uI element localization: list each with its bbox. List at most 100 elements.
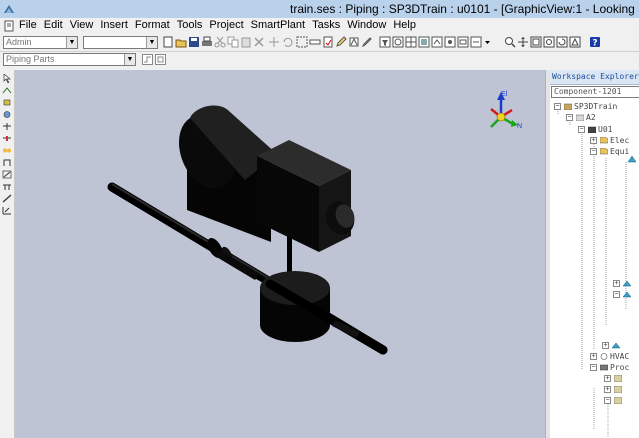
gearbox-block[interactable] bbox=[257, 140, 351, 252]
undo-icon[interactable] bbox=[281, 36, 293, 48]
menu-edit[interactable]: Edit bbox=[44, 19, 63, 31]
paste-icon[interactable] bbox=[240, 36, 252, 48]
insert-component-icon[interactable] bbox=[155, 54, 166, 65]
cut-icon[interactable] bbox=[214, 36, 226, 48]
copy-icon[interactable] bbox=[227, 36, 239, 48]
menu-tools[interactable]: Tools bbox=[177, 19, 203, 31]
insert-tap-icon[interactable] bbox=[2, 122, 12, 131]
menu-window[interactable]: Window bbox=[347, 19, 386, 31]
pipeline-icon bbox=[614, 386, 622, 393]
tree-item-area[interactable]: A2 bbox=[586, 113, 596, 122]
tree-item-electrical[interactable]: Elec bbox=[610, 136, 629, 145]
area-icon bbox=[576, 114, 584, 121]
refresh-icon[interactable] bbox=[392, 36, 404, 48]
model-scene[interactable]: El N bbox=[15, 70, 545, 438]
insert-feature-icon[interactable] bbox=[2, 194, 12, 203]
tree-item-equipment[interactable]: Equi bbox=[610, 147, 629, 156]
tree-item-hvac[interactable]: HVAC bbox=[610, 352, 629, 361]
move-icon[interactable] bbox=[268, 36, 280, 48]
menu-insert[interactable]: Insert bbox=[100, 19, 128, 31]
tree-item-process[interactable]: Proc bbox=[610, 363, 629, 372]
menu-file[interactable]: File bbox=[19, 19, 37, 31]
pipeline-icon bbox=[614, 375, 622, 382]
tree-expander[interactable]: + bbox=[590, 137, 597, 144]
tree-expander[interactable]: − bbox=[604, 397, 611, 404]
tag-icon[interactable] bbox=[348, 36, 360, 48]
connect-icon[interactable] bbox=[2, 146, 12, 155]
select-icon[interactable] bbox=[296, 36, 308, 48]
chevron-down-icon: ▼ bbox=[124, 54, 135, 65]
delete-icon[interactable] bbox=[253, 36, 265, 48]
flange-fitting[interactable] bbox=[204, 235, 260, 280]
menu-project[interactable]: Project bbox=[209, 19, 243, 31]
tree-expander[interactable]: − bbox=[590, 364, 597, 371]
rotate-view-icon[interactable] bbox=[556, 36, 568, 48]
tree-expander[interactable]: − bbox=[578, 126, 585, 133]
insert-component-icon[interactable] bbox=[2, 98, 12, 107]
menu-format[interactable]: Format bbox=[135, 19, 170, 31]
zoom-area-icon[interactable] bbox=[543, 36, 555, 48]
open-folder-icon[interactable] bbox=[175, 36, 187, 48]
select-arrow-icon[interactable] bbox=[2, 74, 12, 83]
permission-group-select[interactable]: Admin ▼ bbox=[3, 36, 78, 49]
component-icon bbox=[623, 291, 631, 298]
tree-expander[interactable]: − bbox=[566, 114, 573, 121]
menu-tasks[interactable]: Tasks bbox=[312, 19, 340, 31]
tree-expander[interactable]: − bbox=[613, 291, 620, 298]
pencil-icon[interactable] bbox=[361, 36, 373, 48]
define-workspace-icon[interactable] bbox=[444, 36, 456, 48]
equipment-item-icon bbox=[628, 156, 636, 163]
explorer-filter-field[interactable]: Component-1201 bbox=[551, 86, 639, 98]
insert-specialty-icon[interactable] bbox=[2, 110, 12, 119]
tree-item-unit[interactable]: U01 bbox=[598, 125, 612, 134]
menu-smartplant[interactable]: SmartPlant bbox=[251, 19, 305, 31]
edit-icon[interactable] bbox=[335, 36, 347, 48]
tree-expander[interactable]: + bbox=[604, 386, 611, 393]
tree-expander[interactable]: − bbox=[554, 103, 561, 110]
component-icon bbox=[612, 342, 620, 349]
weld-icon[interactable] bbox=[2, 158, 12, 167]
help-icon[interactable]: ? bbox=[589, 36, 601, 48]
view-style-icon[interactable] bbox=[470, 36, 482, 48]
tree-expander[interactable]: + bbox=[590, 353, 597, 360]
layer-icon[interactable] bbox=[418, 36, 430, 48]
style-select[interactable]: ▼ bbox=[83, 36, 158, 49]
menu-view[interactable]: View bbox=[70, 19, 94, 31]
clip-icon[interactable] bbox=[457, 36, 469, 48]
plant-icon bbox=[564, 103, 572, 110]
menu-bar: File Edit View Insert Format Tools Proje… bbox=[0, 18, 639, 34]
tree-expander[interactable]: + bbox=[604, 375, 611, 382]
print-icon[interactable] bbox=[201, 36, 213, 48]
compass-triad[interactable]: El N bbox=[490, 91, 522, 130]
svg-text:?: ? bbox=[592, 39, 597, 49]
common-views-icon[interactable] bbox=[569, 36, 581, 48]
graphic-view[interactable]: El N bbox=[15, 70, 545, 438]
workspace-icon[interactable] bbox=[431, 36, 443, 48]
document-icon[interactable] bbox=[3, 20, 15, 32]
save-icon[interactable] bbox=[188, 36, 200, 48]
tree-expander[interactable]: − bbox=[590, 148, 597, 155]
new-icon[interactable] bbox=[162, 36, 174, 48]
title-bar[interactable]: train.ses : Piping : SP3DTrain : u0101 -… bbox=[0, 0, 639, 18]
workspace-explorer: Workspace Explorer Component-1201 − SP3D… bbox=[550, 70, 639, 438]
sketch-icon[interactable] bbox=[2, 206, 12, 215]
piping-task-toolbar bbox=[0, 70, 15, 438]
route-icon[interactable] bbox=[142, 54, 153, 65]
pipe-support-icon[interactable] bbox=[2, 182, 12, 191]
measure-icon[interactable] bbox=[309, 36, 321, 48]
route-pipe-icon[interactable] bbox=[2, 86, 12, 95]
tree-item-plant[interactable]: SP3DTrain bbox=[574, 102, 617, 111]
properties-icon[interactable] bbox=[322, 36, 334, 48]
chevron-down-icon[interactable] bbox=[483, 36, 492, 48]
fit-icon[interactable] bbox=[530, 36, 542, 48]
pan-icon[interactable] bbox=[517, 36, 529, 48]
zoom-icon[interactable] bbox=[504, 36, 516, 48]
insert-split-icon[interactable] bbox=[2, 134, 12, 143]
menu-help[interactable]: Help bbox=[393, 19, 416, 31]
piping-parts-select[interactable]: Piping Parts ▼ bbox=[3, 53, 136, 66]
spool-icon[interactable] bbox=[2, 170, 12, 179]
filter-icon[interactable] bbox=[379, 36, 391, 48]
grid-icon[interactable] bbox=[405, 36, 417, 48]
tree-expander[interactable]: + bbox=[613, 280, 620, 287]
tree-expander[interactable]: + bbox=[602, 342, 609, 349]
